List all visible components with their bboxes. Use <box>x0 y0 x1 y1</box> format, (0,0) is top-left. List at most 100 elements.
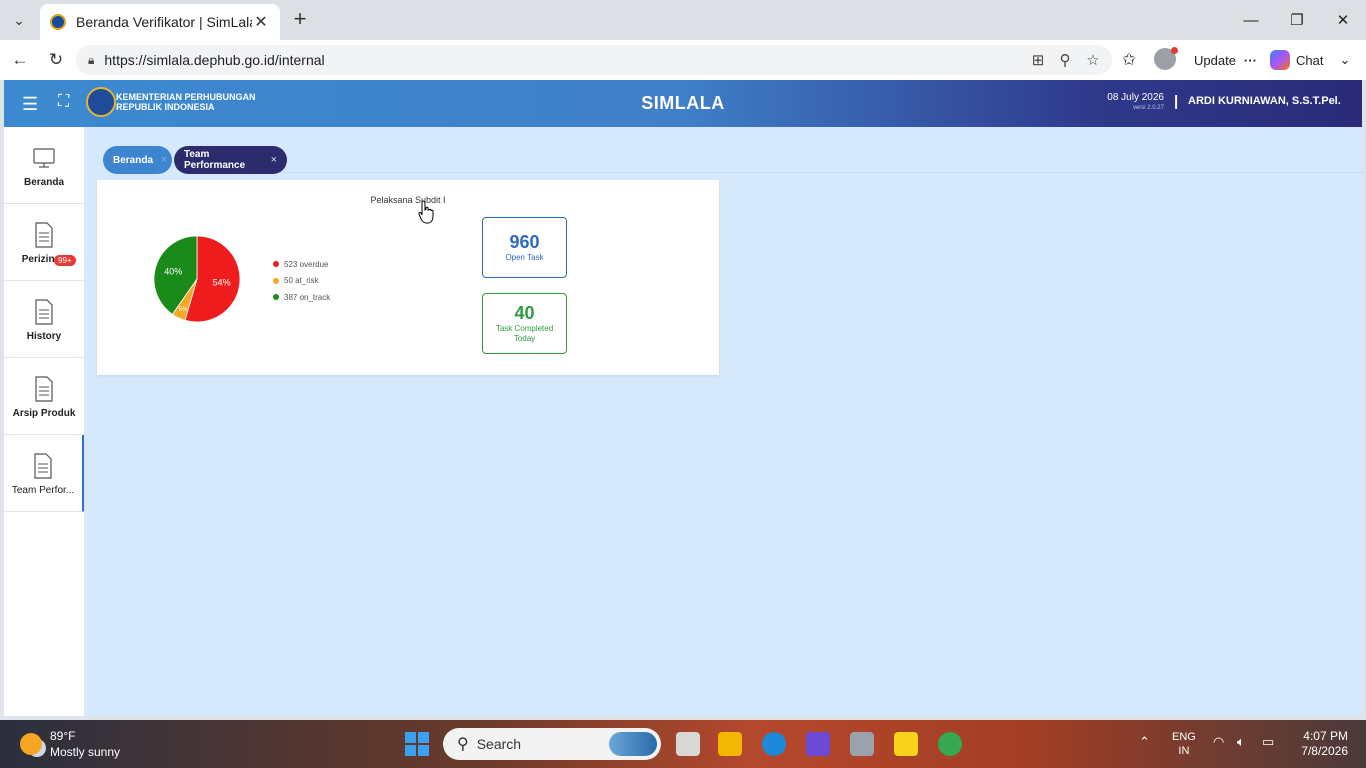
search-placeholder: Search <box>476 736 522 752</box>
chat-label: Chat <box>1296 52 1324 68</box>
open-task-label: Open Task <box>505 253 544 262</box>
app-header: ☰ ⛶ KEMENTERIAN PERHUBUNGAN REPUBLIK IND… <box>4 80 1362 127</box>
windows-taskbar: 89°F Mostly sunny ⚲ Search ⌃ ENG IN ◠ 🔈︎… <box>0 720 1366 768</box>
chart-legend: 523 overdue 50 at_risk 387 on_track <box>273 256 330 306</box>
more-dots-icon[interactable]: ··· <box>1244 53 1257 68</box>
update-button[interactable]: Update ··· <box>1188 46 1263 74</box>
document-icon <box>34 453 52 479</box>
url-text: https://simlala.dephub.go.id/internal <box>104 52 325 68</box>
site-info-icon[interactable]: 🔒︎ <box>88 53 94 68</box>
tab-title: Beranda Verifikator | SimLala <box>76 14 252 30</box>
weather-sun-icon[interactable] <box>20 733 42 755</box>
restore-icon[interactable]: ❐ <box>1274 6 1320 34</box>
legend-dot-at-risk <box>273 277 279 284</box>
copilot-icon <box>1270 50 1290 70</box>
volume-icon[interactable]: 🔈︎ <box>1237 734 1245 750</box>
hand-cursor-icon <box>418 200 434 224</box>
document-icon <box>35 299 53 325</box>
browser-tab-strip: ⌄ Beranda Verifikator | SimLala ✕ + — ❐ … <box>0 0 1366 40</box>
sidebar-item-history[interactable]: History <box>4 281 84 358</box>
sidebar-item-beranda[interactable]: Beranda <box>4 127 84 204</box>
close-icon[interactable]: × <box>271 154 277 166</box>
pie-slice-label: 5% <box>179 307 188 313</box>
document-icon <box>35 376 53 402</box>
sidebar-item-label: History <box>26 331 62 342</box>
sidebar-item-perizinan[interactable]: Perizinan 99+ <box>4 204 84 281</box>
sticky-notes-icon[interactable] <box>894 732 918 756</box>
favorite-star-icon[interactable]: ☆ <box>1081 45 1105 75</box>
user-name[interactable]: ARDI KURNIAWAN, S.S.T.Pel. <box>1188 95 1341 107</box>
copilot-chat-button[interactable]: Chat ⌄ <box>1270 46 1350 74</box>
address-bar[interactable]: 🔒︎ https://simlala.dephub.go.id/internal… <box>76 45 1112 75</box>
open-task-box[interactable]: 960 Open Task <box>482 217 567 278</box>
notification-badge: 99+ <box>54 255 76 266</box>
monitor-icon <box>33 148 55 168</box>
divider <box>184 172 1366 173</box>
tab-close-icon[interactable]: ✕ <box>252 12 270 32</box>
legend-item: 50 at_risk <box>273 273 330 290</box>
browser-toolbar: ← ↻ 🔒︎ https://simlala.dephub.go.id/inte… <box>0 40 1366 80</box>
main-content: Beranda × Team Performance × Pelaksana S… <box>84 127 1366 716</box>
task-view-icon[interactable] <box>676 732 700 756</box>
app-available-icon[interactable]: ⊞ <box>1026 45 1050 75</box>
legend-label: 523 overdue <box>284 259 329 269</box>
search-highlight-image <box>609 732 657 756</box>
legend-label: 387 on_track <box>284 292 331 302</box>
completed-task-box[interactable]: 40 Task Completed Today <box>482 293 567 354</box>
tab-team-performance[interactable]: Team Performance × <box>174 146 287 174</box>
wifi-icon[interactable]: ◠ <box>1213 734 1224 750</box>
media-app-icon[interactable] <box>806 732 830 756</box>
sidebar-item-team-performance[interactable]: Team Perfor... <box>4 435 84 512</box>
tab-list-chevron-icon[interactable]: ⌄ <box>6 8 32 32</box>
tab-beranda[interactable]: Beranda × <box>103 146 172 174</box>
sidebar-item-arsip-produk[interactable]: Arsip Produk <box>4 358 84 435</box>
app-version: versi 2.0.27 <box>1132 105 1164 111</box>
notification-dot <box>1171 47 1178 54</box>
minimize-icon[interactable]: — <box>1228 6 1274 34</box>
header-separator: | <box>1174 93 1179 110</box>
document-icon <box>35 222 53 248</box>
weather-description[interactable]: Mostly sunny <box>50 745 120 759</box>
legend-item: 523 overdue <box>273 256 330 273</box>
show-hidden-icons-chevron-icon[interactable]: ⌃ <box>1139 734 1150 750</box>
system-clock[interactable]: 4:07 PM 7/8/2026 <box>1290 729 1348 759</box>
camera-app-icon[interactable] <box>850 732 874 756</box>
legend-label: 50 at_risk <box>284 276 319 286</box>
legend-item: 387 on_track <box>273 289 330 306</box>
back-arrow-icon[interactable]: ← <box>8 48 32 72</box>
taskbar-search[interactable]: ⚲ Search <box>443 728 661 760</box>
sidebar-item-label: Arsip Produk <box>12 408 76 419</box>
team-performance-card: Pelaksana Subdit I 54% 5% 40% 523 overdue … <box>97 180 719 375</box>
new-tab-plus-icon[interactable]: + <box>288 8 312 32</box>
favorites-icon[interactable]: ✩ <box>1117 48 1141 72</box>
completed-task-label: Task Completed Today <box>495 324 554 343</box>
legend-dot-on-track <box>273 294 279 301</box>
legend-dot-overdue <box>273 261 279 268</box>
weather-temperature[interactable]: 89°F <box>50 729 75 743</box>
sidebar-item-label: Team Perfor... <box>11 485 75 496</box>
chevron-down-icon: ⌄ <box>1339 52 1351 67</box>
tab-label: Team Performance <box>184 149 246 171</box>
edge-browser-icon[interactable] <box>762 732 786 756</box>
language-indicator[interactable]: ENG IN <box>1172 730 1196 758</box>
site-favicon-icon <box>50 14 66 30</box>
window-close-icon[interactable]: ✕ <box>1320 6 1366 34</box>
chrome-icon[interactable] <box>938 732 962 756</box>
zoom-icon[interactable]: ⚲ <box>1053 45 1077 75</box>
tab-label: Beranda <box>113 154 154 166</box>
pie-slice-label: 54% <box>213 277 231 287</box>
battery-icon[interactable]: ▭ <box>1262 734 1274 750</box>
reload-icon[interactable]: ↻ <box>44 48 68 72</box>
sidebar: Beranda Perizinan 99+ History Arsip Prod… <box>4 127 84 716</box>
browser-tab-active[interactable]: Beranda Verifikator | SimLala ✕ <box>40 4 280 40</box>
search-icon: ⚲ <box>457 736 469 753</box>
file-explorer-icon[interactable] <box>718 732 742 756</box>
open-task-count: 960 <box>509 232 540 252</box>
pie-slice-label: 40% <box>164 267 182 277</box>
pie-chart: 54% 5% 40% <box>153 235 241 323</box>
header-date: 08 July 2026 <box>1107 92 1164 103</box>
windows-start-icon[interactable] <box>405 732 429 756</box>
card-title: Pelaksana Subdit I <box>370 195 446 205</box>
close-icon[interactable]: × <box>161 154 167 166</box>
update-label: Update <box>1194 52 1236 68</box>
